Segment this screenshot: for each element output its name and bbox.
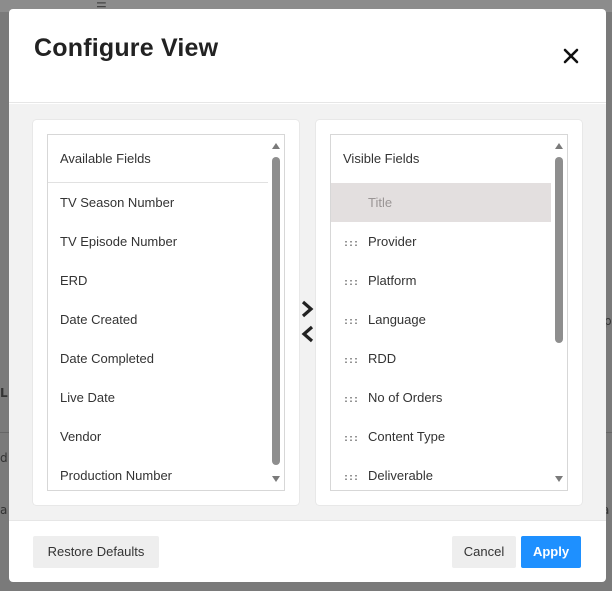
background-text: a — [0, 503, 8, 517]
field-label: No of Orders — [368, 390, 443, 405]
field-label: Language — [368, 312, 426, 327]
dialog-title: Configure View — [34, 34, 219, 62]
field-label: Title — [368, 195, 393, 210]
visible-field-item[interactable]: :::Title — [331, 183, 551, 222]
close-icon — [563, 48, 579, 64]
field-label: Provider — [368, 234, 417, 249]
dialog-header: Configure View — [9, 9, 606, 103]
move-to-visible-button[interactable] — [298, 298, 318, 320]
available-field-item[interactable]: Date Created — [48, 300, 268, 339]
visible-scrollbar[interactable] — [551, 135, 567, 490]
background-divider — [0, 432, 9, 433]
field-label: Vendor — [60, 429, 102, 444]
field-label: Date Created — [60, 312, 138, 327]
apply-button[interactable]: Apply — [521, 536, 581, 568]
configure-view-dialog: Configure View Available Fields TV Seaso… — [9, 9, 606, 582]
scroll-up-arrow-icon[interactable] — [272, 143, 280, 149]
scroll-down-arrow-icon[interactable] — [555, 476, 563, 482]
drag-handle-icon[interactable]: ::: — [343, 419, 368, 458]
visible-field-item[interactable]: ::: Deliverable — [331, 456, 551, 490]
available-field-item[interactable]: Production Number — [48, 456, 268, 490]
field-label: Content Type — [368, 429, 446, 444]
drag-handle-icon[interactable]: ::: — [343, 302, 368, 341]
background-text: L — [0, 386, 8, 400]
scroll-down-arrow-icon[interactable] — [272, 476, 280, 482]
scroll-thumb[interactable] — [555, 157, 563, 343]
move-to-available-button[interactable] — [298, 323, 318, 345]
dialog-footer: Restore Defaults Cancel Apply — [9, 521, 606, 582]
chevron-right-icon — [301, 300, 314, 318]
field-label: Production Number — [60, 468, 172, 483]
visible-fields-list[interactable]: Visible Fields :::Title :::Provider :::P… — [330, 134, 568, 491]
restore-defaults-button[interactable]: Restore Defaults — [33, 536, 159, 568]
available-field-item[interactable]: Vendor — [48, 417, 268, 456]
cancel-button[interactable]: Cancel — [452, 536, 516, 568]
available-field-item[interactable]: Date Completed — [48, 339, 268, 378]
scroll-thumb[interactable] — [272, 157, 280, 465]
drag-handle-icon[interactable]: ::: — [343, 380, 368, 419]
available-fields-panel: Available Fields TV Season Number TV Epi… — [33, 120, 299, 505]
visible-fields-panel: Visible Fields :::Title :::Provider :::P… — [316, 120, 582, 505]
available-field-item[interactable]: Live Date — [48, 378, 268, 417]
chevron-left-icon — [301, 325, 314, 343]
field-label: Live Date — [60, 390, 115, 405]
background-text: d — [0, 451, 8, 465]
visible-field-item[interactable]: ::: No of Orders — [331, 378, 551, 417]
visible-field-item[interactable]: ::: Platform — [331, 261, 551, 300]
available-field-item[interactable]: TV Episode Number — [48, 222, 268, 261]
field-label: Deliverable — [368, 468, 434, 483]
background-divider — [606, 432, 612, 433]
field-label: TV Season Number — [60, 195, 175, 210]
scroll-up-arrow-icon[interactable] — [555, 143, 563, 149]
field-label: Date Completed — [60, 351, 154, 366]
drag-handle-icon[interactable]: ::: — [343, 341, 368, 380]
available-scrollbar[interactable] — [268, 135, 284, 490]
available-fields-header: Available Fields — [48, 135, 268, 183]
dialog-body: Available Fields TV Season Number TV Epi… — [9, 104, 606, 521]
field-label: TV Episode Number — [60, 234, 178, 249]
drag-handle-icon[interactable]: ::: — [343, 224, 368, 263]
available-fields-list[interactable]: Available Fields TV Season Number TV Epi… — [47, 134, 285, 491]
field-label: RDD — [368, 351, 397, 366]
available-field-item[interactable]: TV Season Number — [48, 183, 268, 222]
available-field-item[interactable]: ERD — [48, 261, 268, 300]
visible-field-item[interactable]: ::: Provider — [331, 222, 551, 261]
drag-handle-icon[interactable]: ::: — [343, 263, 368, 302]
field-label: Platform — [368, 273, 417, 288]
close-button[interactable] — [558, 43, 584, 69]
field-label: ERD — [60, 273, 88, 288]
visible-fields-header: Visible Fields — [343, 151, 420, 166]
visible-field-item[interactable]: ::: RDD — [331, 339, 551, 378]
visible-field-item[interactable]: ::: Content Type — [331, 417, 551, 456]
drag-handle-icon[interactable]: ::: — [343, 458, 368, 490]
visible-field-item[interactable]: ::: Language — [331, 300, 551, 339]
